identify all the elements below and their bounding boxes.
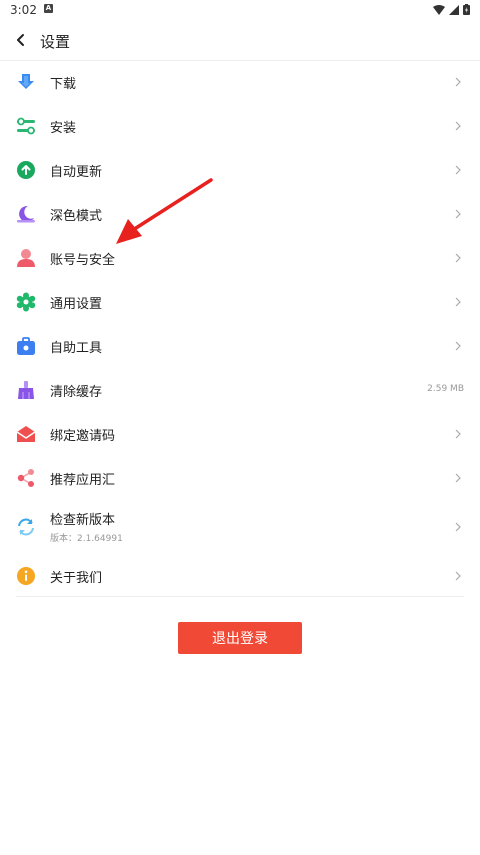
chevron-right-icon bbox=[455, 121, 461, 131]
auto-update-icon bbox=[17, 161, 35, 179]
install-icon bbox=[17, 117, 35, 135]
back-arrow-icon[interactable] bbox=[12, 30, 30, 50]
row-label: 绑定邀请码 bbox=[50, 429, 116, 444]
list-divider bbox=[16, 596, 464, 597]
row-label: 账号与安全 bbox=[50, 253, 116, 268]
chevron-right-icon bbox=[455, 297, 461, 307]
chevron-right-icon bbox=[455, 341, 461, 351]
clear-cache-icon bbox=[18, 381, 34, 399]
chevron-right-icon bbox=[455, 473, 461, 483]
logout-button[interactable]: 退出登录 bbox=[178, 622, 302, 654]
settings-list: 下载 安装 自动更新 深色模式 账号与安全 通用设置 自助工具 清除缓存 2.5… bbox=[0, 60, 480, 598]
row-label: 安装 bbox=[50, 121, 77, 136]
chevron-right-icon bbox=[455, 429, 461, 439]
account-icon bbox=[17, 249, 35, 267]
dark-mode-icon bbox=[17, 205, 35, 223]
signal-icon bbox=[449, 4, 459, 15]
row-label: 下载 bbox=[50, 77, 77, 92]
settings-row-account-security[interactable]: 账号与安全 bbox=[16, 236, 464, 280]
about-icon bbox=[17, 567, 35, 585]
chevron-right-icon bbox=[455, 165, 461, 175]
system-icons bbox=[433, 4, 470, 15]
page-title: 设置 bbox=[40, 33, 71, 51]
settings-row-general[interactable]: 通用设置 bbox=[16, 280, 464, 324]
general-settings-icon bbox=[16, 292, 36, 312]
row-label: 深色模式 bbox=[50, 209, 103, 224]
settings-row-dark-mode[interactable]: 深色模式 bbox=[16, 192, 464, 236]
row-label: 清除缓存 bbox=[50, 385, 103, 400]
version-text: 版本：2.1.64991 bbox=[50, 534, 123, 544]
cache-size-value: 2.59 MB bbox=[427, 384, 464, 394]
row-label: 自动更新 bbox=[50, 165, 103, 180]
settings-row-download[interactable]: 下载 bbox=[16, 60, 464, 104]
chevron-right-icon bbox=[455, 522, 461, 532]
status-bar: 3:02 A bbox=[0, 0, 480, 20]
row-label: 通用设置 bbox=[50, 297, 103, 312]
row-label: 关于我们 bbox=[50, 571, 103, 586]
share-icon bbox=[17, 469, 34, 487]
settings-row-self-service-tools[interactable]: 自助工具 bbox=[16, 324, 464, 368]
chevron-right-icon bbox=[455, 571, 461, 581]
row-label: 推荐应用汇 bbox=[50, 473, 116, 488]
row-label: 自助工具 bbox=[50, 341, 103, 356]
chevron-right-icon bbox=[455, 77, 461, 87]
settings-row-recommend-apps[interactable]: 推荐应用汇 bbox=[16, 456, 464, 500]
wifi-icon bbox=[433, 4, 445, 15]
chevron-right-icon bbox=[455, 209, 461, 219]
self-service-tools-icon bbox=[17, 337, 35, 355]
notification-icon: A bbox=[44, 4, 53, 13]
status-time: 3:02 bbox=[10, 3, 37, 17]
settings-row-invite-code[interactable]: 绑定邀请码 bbox=[16, 412, 464, 456]
check-update-icon bbox=[18, 518, 34, 536]
settings-row-about-us[interactable]: 关于我们 bbox=[16, 554, 464, 598]
top-bar: 设置 bbox=[0, 20, 480, 61]
row-label: 检查新版本 bbox=[50, 513, 116, 528]
battery-icon bbox=[463, 4, 470, 15]
settings-row-clear-cache[interactable]: 清除缓存 2.59 MB bbox=[16, 368, 464, 412]
invite-code-icon bbox=[16, 426, 36, 442]
download-icon bbox=[18, 74, 34, 89]
settings-row-install[interactable]: 安装 bbox=[16, 104, 464, 148]
settings-row-check-update[interactable]: 检查新版本 版本：2.1.64991 bbox=[16, 500, 464, 554]
chevron-right-icon bbox=[455, 253, 461, 263]
settings-row-auto-update[interactable]: 自动更新 bbox=[16, 148, 464, 192]
